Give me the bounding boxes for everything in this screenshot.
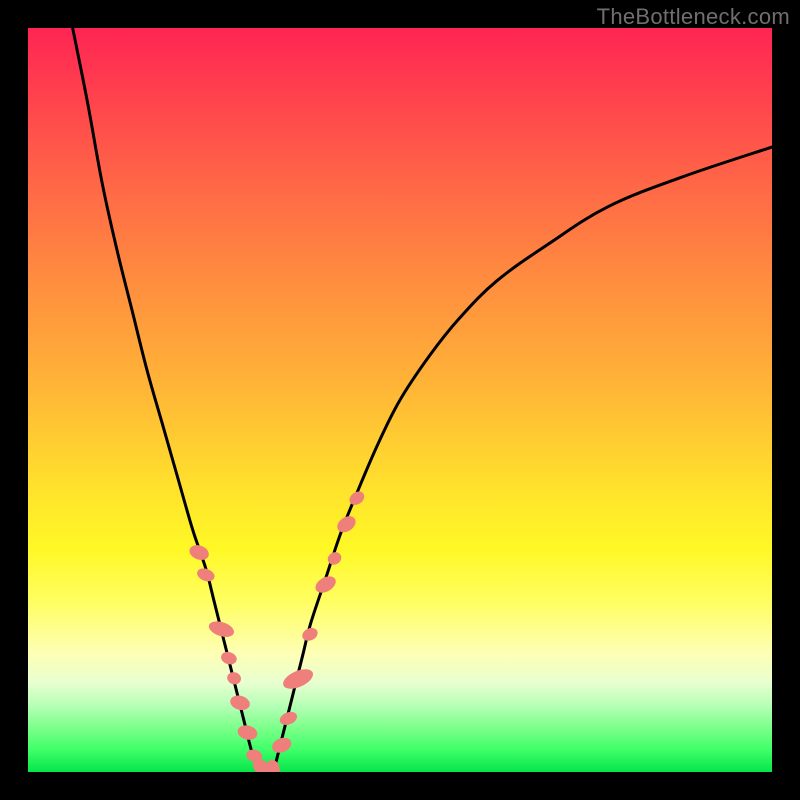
plot-area [28,28,772,772]
data-marker-6 [236,723,259,741]
data-marker-1 [195,566,216,583]
curve-right-curve [274,147,772,772]
data-marker-10 [270,735,294,755]
data-marker-3 [219,650,238,666]
data-marker-15 [325,550,343,568]
watermark-text: TheBottleneck.com [597,4,790,30]
marker-layer [187,489,367,772]
data-marker-5 [228,693,251,712]
data-marker-0 [187,543,211,563]
data-marker-13 [300,625,320,643]
curve-layer [73,28,772,772]
data-marker-9 [265,759,281,772]
data-marker-4 [226,670,243,686]
chart-svg [28,28,772,772]
chart-frame: TheBottleneck.com [0,0,800,800]
